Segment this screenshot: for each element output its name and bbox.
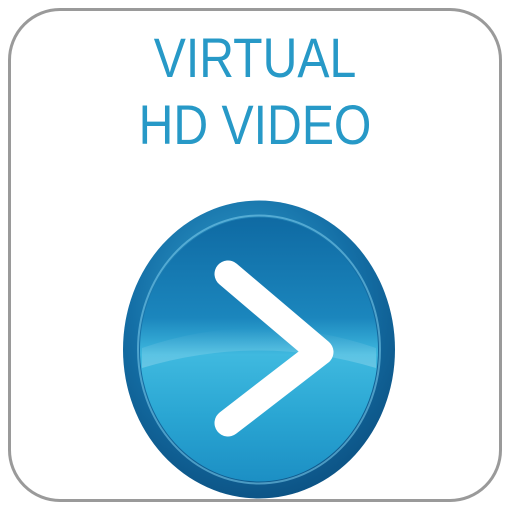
app-title-line-1: VIRTUAL [153, 26, 357, 89]
play-button-graphic [123, 200, 395, 499]
app-title-line-2: HD VIDEO [138, 93, 372, 156]
app-icon[interactable]: VIRTUAL HD VIDEO [8, 8, 502, 502]
play-button[interactable] [120, 198, 398, 499]
